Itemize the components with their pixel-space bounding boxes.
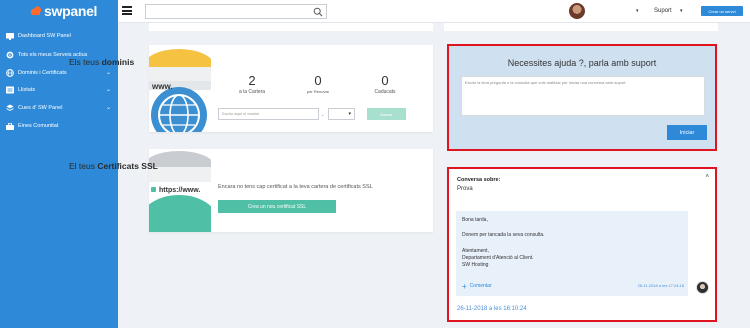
domains-title: Els teus dominis [69,57,135,67]
sidebar-item-label: Cues d' SW Panel [18,105,63,111]
message-line: Bona tarda, [462,217,488,223]
card-strip [149,23,433,31]
sidebar-item-label: Eines Comunitat [18,123,59,129]
toolbox-icon [5,122,14,131]
domain-dot: . [322,112,324,118]
ssl-title: El teus Certificats SSL [69,161,158,171]
sidebar-item-community[interactable]: Eines Comunitat [0,119,118,133]
message-line: SW Hosting [462,262,489,268]
conversation-date[interactable]: 26-11-2018 a les 16:10:24 [457,306,527,312]
message-timestamp: 26-11-2018 a les 17:24:18 [637,283,684,288]
create-ssl-button[interactable]: Crea un nou certificat SSL [218,200,336,213]
plus-icon: + [462,281,467,291]
globe-icon [5,69,14,78]
support-menu[interactable]: Suport [654,8,672,14]
search-icon[interactable] [313,7,323,17]
start-conversation-button[interactable]: Iniciar [667,125,707,140]
support-question-textarea[interactable]: Escriu la teva pregunta o la consulta qu… [461,76,705,116]
illustration-www-label: www. [152,82,173,91]
tld-select[interactable]: ▾ [328,108,355,120]
sidebar-item-label: Llistats [18,87,36,93]
user-menu-caret-icon[interactable]: ▾ [636,8,639,14]
card-strip [444,23,718,31]
support-help-panel: Necessites ajuda ?, parla amb suport Esc… [447,44,717,151]
brand-logo[interactable]: swpanel [30,3,97,19]
help-title: Necessites ajuda ?, parla amb suport [507,58,657,68]
dashboard-icon [5,32,14,41]
create-service-button[interactable]: Crear un servei [701,6,743,16]
agent-avatar [696,281,709,294]
gear-icon [5,51,14,60]
message-line: Donem per tancada la seva consulta. [462,232,545,238]
domain-search-button[interactable]: Buscar [367,108,406,120]
layers-icon [5,104,14,113]
domains-stat-portfolio[interactable]: 2 a la Cartera [227,73,277,95]
chevron-down-icon: ⌄ [105,70,111,76]
sidebar-item-listings[interactable]: Llistats ⌄ [0,83,118,97]
message-bubble: Bona tarda, Donem per tancada la seva co… [456,211,688,296]
domains-stat-renew[interactable]: 0 per Renovar [293,73,343,94]
cloud-logo-icon [30,6,42,16]
list-icon [5,86,14,95]
conversation-heading: Conversa sobre: [457,177,501,183]
search-input[interactable] [145,4,327,19]
sidebar-item-dashboard[interactable]: Dashboard SW Panel [0,29,118,43]
ssl-card: https://www. [149,149,433,232]
domain-search-input[interactable]: Escriu aquí el domini [218,108,319,120]
domains-stat-expired[interactable]: 0 Caducats [360,73,410,95]
collapse-icon[interactable]: ˄ [705,174,709,180]
support-caret-icon[interactable]: ▾ [680,8,683,14]
message-line: Atentament, [462,248,489,254]
conversation-panel: Conversa sobre: Prova ˄ Bona tarda, Done… [447,167,717,322]
sidebar-item-queues[interactable]: Cues d' SW Panel ⌄ [0,101,118,115]
illustration-https-label: https://www. [159,187,201,194]
chevron-down-icon: ⌄ [105,87,111,93]
user-avatar[interactable] [569,3,585,19]
ssl-empty-text: Encara no tens cap certificat a la teva … [218,184,373,190]
comment-button[interactable]: + Comentar [462,281,492,291]
sidebar-item-label: Dominis i Certificats [18,70,67,76]
sidebar-item-label: Dashboard SW Panel [18,33,71,39]
brand-name: swpanel [44,3,98,19]
message-line: Departament d'Atenció al Client. [462,255,534,261]
chevron-down-icon: ⌄ [105,105,111,111]
menu-toggle-icon[interactable] [122,6,132,15]
sidebar-item-domains[interactable]: Dominis i Certificats ⌄ [0,66,118,80]
conversation-subject: Prova [457,186,473,192]
